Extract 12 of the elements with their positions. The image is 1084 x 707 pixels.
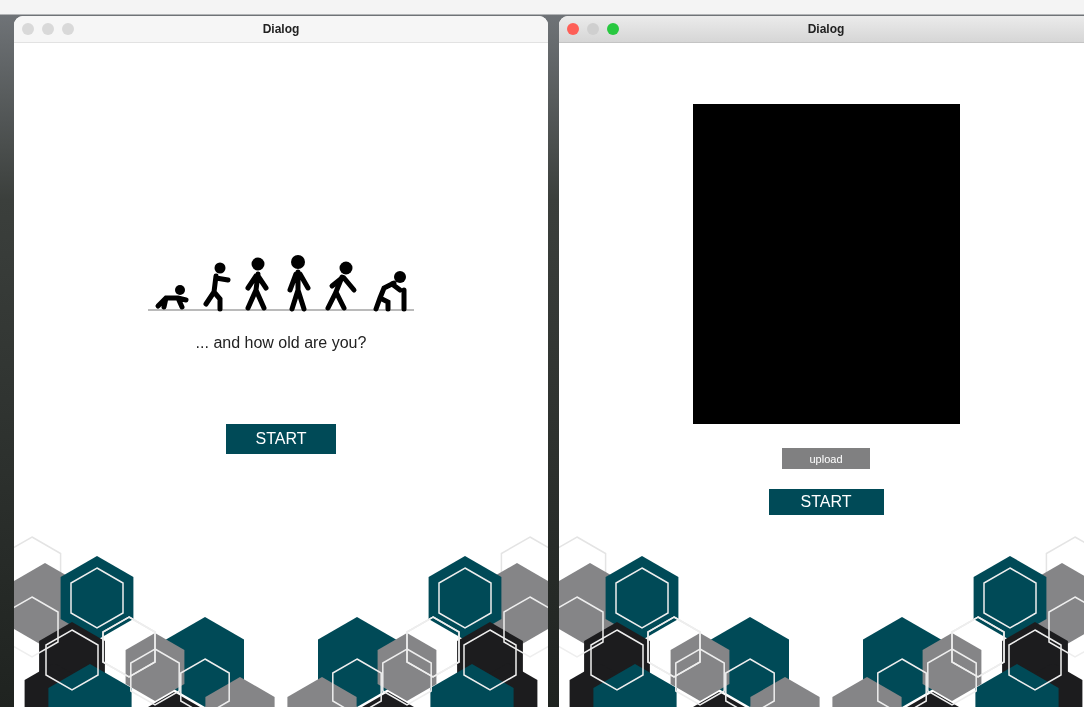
zoom-button[interactable] <box>62 23 74 35</box>
window-title: Dialog <box>262 22 300 36</box>
window-title: Dialog <box>807 22 845 36</box>
minimize-button[interactable] <box>42 23 54 35</box>
upload-button[interactable]: upload <box>782 448 870 469</box>
zoom-button[interactable] <box>607 23 619 35</box>
minimize-button[interactable] <box>587 23 599 35</box>
close-button[interactable] <box>567 23 579 35</box>
close-button[interactable] <box>22 23 34 35</box>
start-button[interactable]: START <box>768 489 884 515</box>
start-button[interactable]: START <box>226 424 336 454</box>
age-question-text: ... and how old are you? <box>195 334 367 352</box>
